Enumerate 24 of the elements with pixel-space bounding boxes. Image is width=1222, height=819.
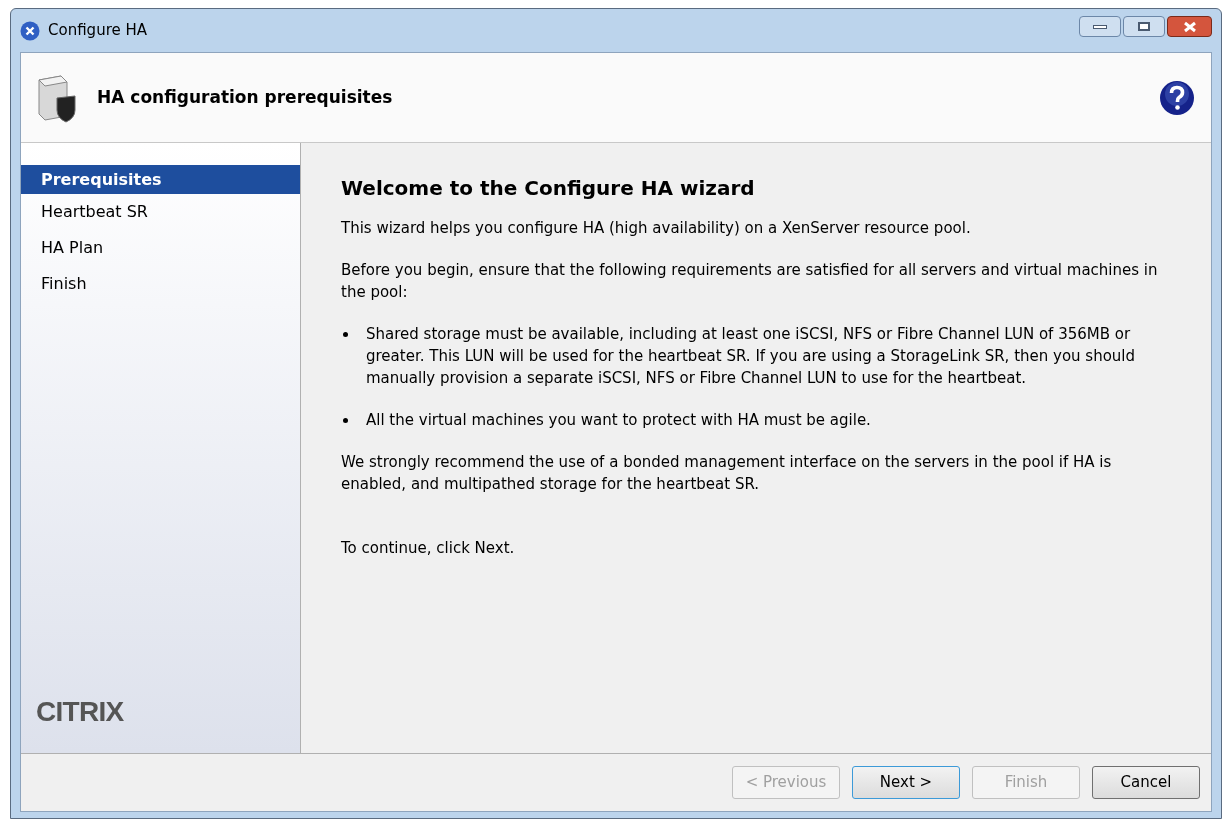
- requirement-text: All the virtual machines you want to protect with HA must be agile.: [366, 410, 871, 431]
- close-circle-icon: [20, 20, 40, 41]
- sidebar-step[interactable]: Finish: [21, 266, 300, 302]
- header-title: HA configuration prerequisites: [97, 85, 393, 109]
- minimize-button[interactable]: [1079, 16, 1121, 37]
- wizard-heading: Welcome to the Configure HA wizard: [341, 177, 756, 199]
- window-title: Configure HA: [48, 20, 147, 42]
- body-text: We strongly recommend the use of a bonded management interface on the servers in the pool if HA is enabled, and multipathed storage for the heartbeat SR.: [341, 452, 1113, 495]
- help-icon[interactable]: [1159, 79, 1195, 116]
- wizard-button[interactable]: Cancel: [1092, 766, 1200, 799]
- sidebar-step[interactable]: Heartbeat SR: [21, 194, 300, 230]
- body-text: This wizard helps you configure HA (high availability) on a XenServer resource pool.: [341, 218, 972, 239]
- body-text: Before you begin, ensure that the following requirements are satisfied for all servers and virtual machines in the pool:: [341, 260, 1159, 303]
- brand-logo: CITRIX: [36, 695, 125, 729]
- sidebar-step[interactable]: HA Plan: [21, 230, 300, 266]
- maximize-button[interactable]: [1123, 16, 1165, 37]
- bullet-icon: [343, 332, 348, 337]
- close-button[interactable]: [1167, 16, 1212, 37]
- close-icon: [1181, 20, 1198, 33]
- requirement-text: Shared storage must be available, including at least one iSCSI, NFS or Fibre Channel LUN of 356MB or greater. This LUN will be used for the heartbeat SR. If you are using a StorageLink SR, then you should manually provision a separate iSCSI, NFS or Fibre Channel LUN to use for the heartbeat.: [366, 324, 1137, 389]
- wizard-button[interactable]: Next >: [852, 766, 960, 799]
- bullet-icon: [343, 418, 348, 423]
- sidebar-step[interactable]: Prerequisites: [21, 165, 300, 194]
- instruction-text: To continue, click Next.: [341, 538, 516, 559]
